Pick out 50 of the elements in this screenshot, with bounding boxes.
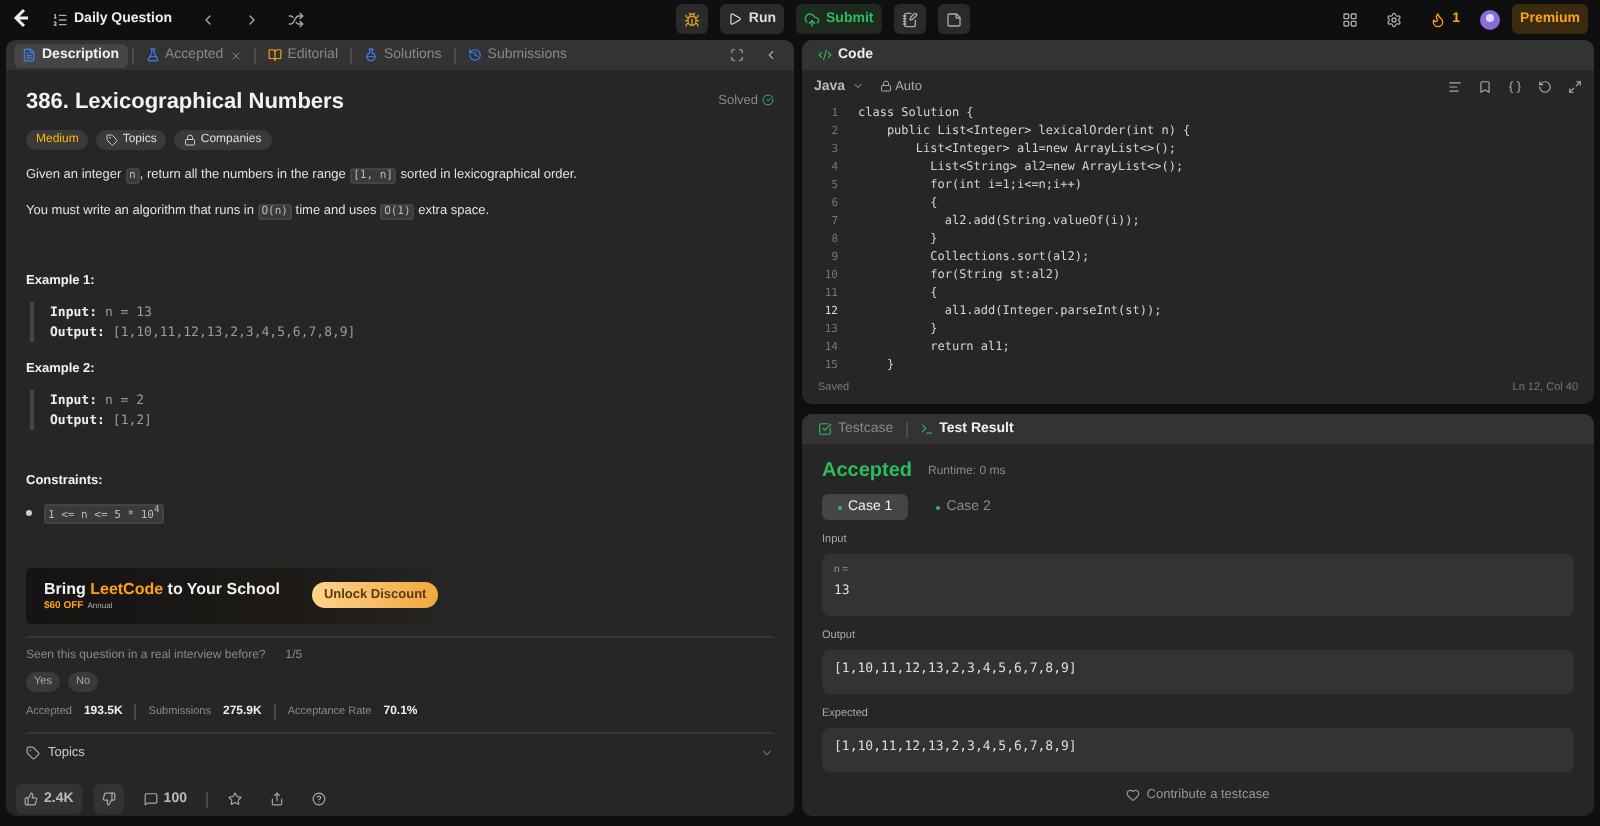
share-icon — [270, 792, 285, 806]
bug-icon — [684, 11, 701, 27]
heart-icon — [1126, 788, 1141, 802]
thumbs-down-icon — [101, 792, 116, 806]
terminal-icon — [919, 422, 934, 436]
tab-icon — [22, 48, 36, 62]
logo-icon[interactable] — [12, 8, 32, 30]
flame-icon — [1430, 11, 1447, 27]
comment-icon — [143, 792, 158, 806]
debug-button[interactable] — [676, 4, 709, 34]
notebook-icon — [901, 11, 918, 27]
lock-icon — [879, 80, 892, 92]
dislike-button[interactable] — [93, 784, 124, 814]
verdict: Accepted — [822, 460, 913, 482]
problem-title: 386. Lexicographical Numbers — [26, 90, 344, 114]
help-icon — [312, 792, 327, 806]
code-icon — [818, 48, 832, 62]
play-icon — [728, 12, 743, 26]
grid-icon — [1342, 11, 1359, 27]
check-circle-icon — [762, 94, 774, 106]
checkbox-icon — [818, 422, 832, 436]
bookmark-icon[interactable] — [1478, 79, 1492, 93]
tag-icon — [106, 134, 119, 146]
close-icon — [229, 49, 242, 61]
avatar-icon[interactable] — [1480, 9, 1501, 29]
maximize-icon[interactable] — [1568, 79, 1582, 93]
tag-icon — [26, 745, 40, 760]
sticky-note-icon — [945, 11, 962, 27]
promo-title: Bring LeetCode to Your School — [44, 579, 280, 598]
bullet-icon — [26, 510, 32, 517]
tab-icon — [467, 48, 482, 62]
settings-icon — [1386, 11, 1403, 27]
star-icon — [228, 792, 243, 806]
cloud-upload-icon — [804, 11, 821, 27]
lock-icon — [184, 134, 197, 146]
notes-button[interactable] — [893, 4, 926, 34]
align-icon[interactable] — [1448, 79, 1462, 93]
shuffle-icon — [288, 11, 305, 27]
chevron-left-icon — [764, 48, 778, 62]
chevron-down-icon — [760, 745, 774, 760]
tab-icon — [267, 48, 282, 62]
chevron-down-icon — [851, 80, 864, 92]
braces-icon[interactable] — [1508, 79, 1522, 93]
list-icon — [52, 11, 68, 27]
tab-icon — [364, 48, 378, 62]
thumbs-up-icon — [24, 792, 38, 806]
note-button[interactable] — [937, 4, 970, 34]
maximize-icon — [730, 48, 744, 62]
reset-icon[interactable] — [1538, 79, 1552, 93]
tab-icon — [145, 48, 160, 62]
